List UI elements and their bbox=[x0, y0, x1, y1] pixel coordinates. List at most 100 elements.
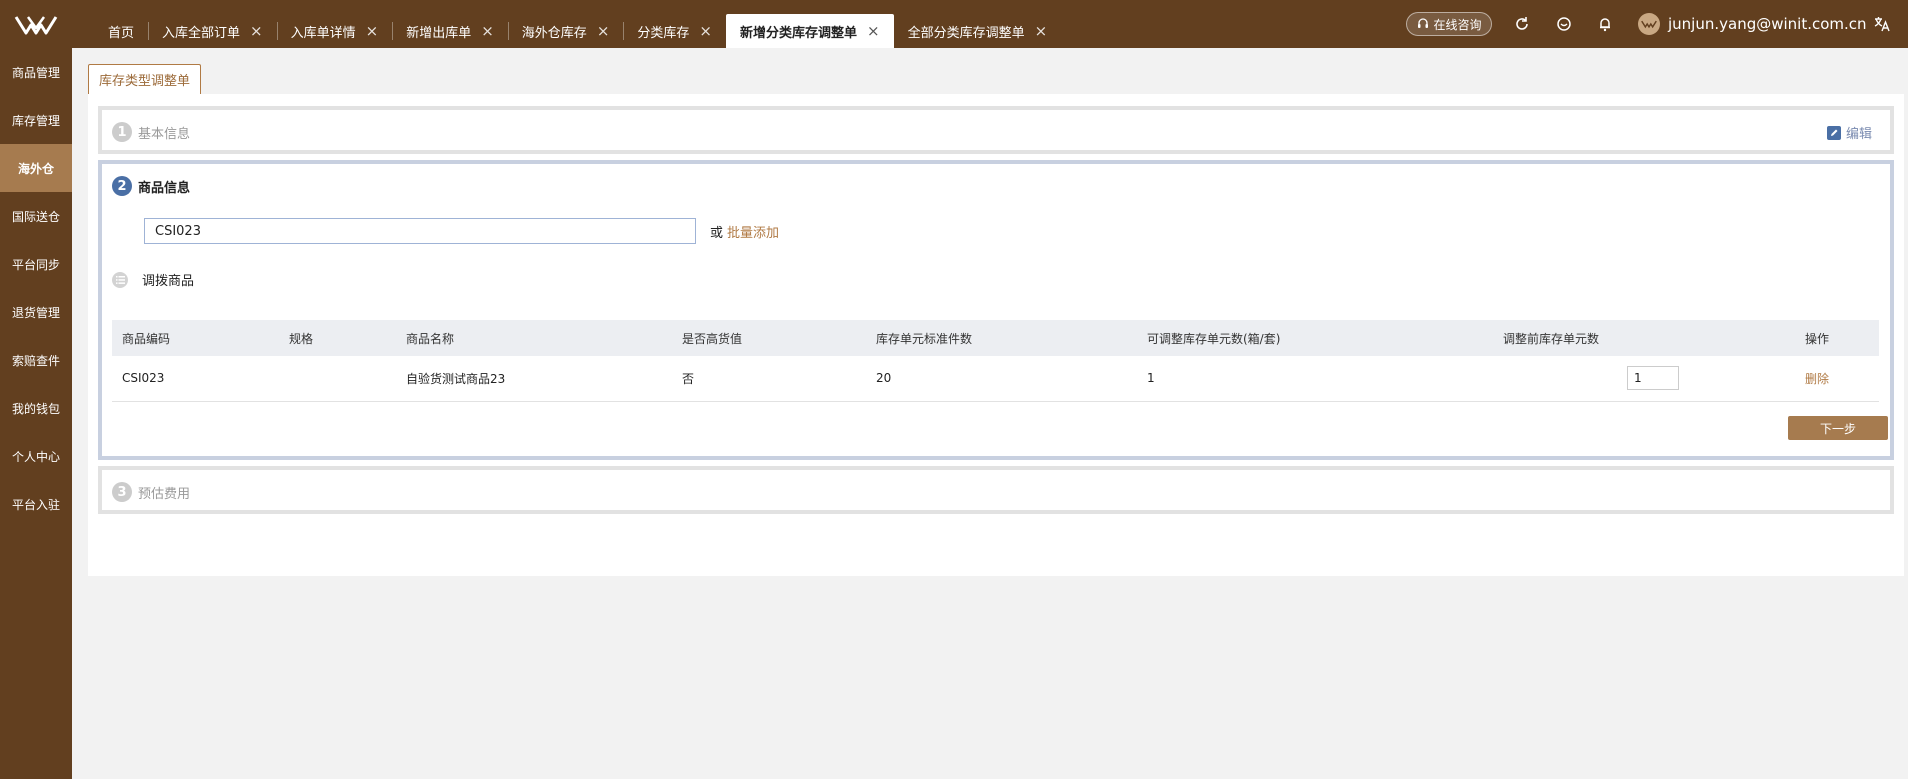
step-title: 预估费用 bbox=[138, 486, 191, 502]
sidebar: 商品管理 库存管理 海外仓 国际送仓 平台同步 退货管理 索赔查件 我的钱包 个… bbox=[0, 48, 72, 779]
before-qty-input[interactable] bbox=[1627, 366, 1679, 391]
step-title: 商品信息 bbox=[138, 180, 191, 196]
winit-logo-icon[interactable] bbox=[14, 14, 58, 36]
tab-new-category-adjustment[interactable]: 新增分类库存调整单 × bbox=[725, 14, 894, 48]
sidebar-item-overseas-warehouse[interactable]: 海外仓 bbox=[0, 144, 72, 192]
tab-label: 新增出库单 bbox=[406, 25, 472, 41]
tab-inbound-detail[interactable]: 入库单详情 × bbox=[276, 14, 393, 48]
avatar bbox=[1638, 13, 1660, 35]
winit-logo-icon bbox=[1641, 20, 1657, 29]
page-title-tab[interactable]: 库存类型调整单 bbox=[88, 64, 202, 94]
close-icon[interactable]: × bbox=[366, 23, 379, 39]
sidebar-item-inventory-management[interactable]: 库存管理 bbox=[0, 96, 72, 144]
edit-button[interactable]: 编辑 bbox=[1826, 123, 1872, 142]
sidebar-item-label: 海外仓 bbox=[18, 161, 55, 176]
step-number: 3 bbox=[112, 482, 132, 502]
column-header: 库存单元标准件数 bbox=[866, 320, 1137, 356]
close-icon[interactable]: × bbox=[250, 23, 263, 39]
table-header-row: 商品编码 规格 商品名称 是否高货值 库存单元标准件数 可调整库存单元数(箱/套… bbox=[112, 320, 1879, 356]
sidebar-item-platform-onboarding[interactable]: 平台入驻 bbox=[0, 480, 72, 528]
cell-product-code: CSI023 bbox=[112, 356, 279, 402]
edit-label: 编辑 bbox=[1845, 127, 1872, 142]
close-icon[interactable]: × bbox=[1035, 23, 1048, 39]
tab-category-inventory[interactable]: 分类库存 × bbox=[623, 14, 726, 48]
cell-adjustable-qty: 1 bbox=[1137, 356, 1493, 402]
list-icon bbox=[112, 271, 128, 288]
sub-title-label: 调拨商品 bbox=[142, 274, 195, 289]
form-panel: 1 基本信息 编辑 2 商品信息 或 批量添加 bbox=[88, 94, 1904, 576]
sidebar-item-platform-sync[interactable]: 平台同步 bbox=[0, 240, 72, 288]
sku-search-input[interactable] bbox=[144, 218, 696, 244]
tab-label: 首页 bbox=[108, 25, 135, 41]
goods-table: 商品编码 规格 商品名称 是否高货值 库存单元标准件数 可调整库存单元数(箱/套… bbox=[112, 320, 1879, 402]
close-icon[interactable]: × bbox=[481, 23, 494, 39]
close-icon[interactable]: × bbox=[597, 23, 610, 39]
column-header: 商品名称 bbox=[396, 320, 672, 356]
step-number: 2 bbox=[112, 176, 132, 196]
transfer-goods-title: 调拨商品 bbox=[112, 270, 194, 289]
step-basic-info: 1 基本信息 编辑 bbox=[98, 106, 1894, 154]
step-header[interactable]: 2 商品信息 bbox=[112, 176, 190, 196]
cell-before-qty bbox=[1493, 356, 1795, 402]
tab-home[interactable]: 首页 bbox=[94, 14, 148, 48]
column-header: 商品编码 bbox=[112, 320, 279, 356]
headset-icon bbox=[1418, 18, 1429, 28]
sidebar-item-label: 个人中心 bbox=[12, 449, 61, 464]
page-title: 库存类型调整单 bbox=[99, 74, 191, 89]
column-header: 规格 bbox=[279, 320, 396, 356]
step-header[interactable]: 3 预估费用 bbox=[112, 482, 190, 502]
cell-standard-qty: 20 bbox=[866, 356, 1137, 402]
tab-label: 入库单详情 bbox=[290, 25, 356, 41]
page-tabs: 首页 入库全部订单 × 入库单详情 × 新增出库单 × 海外仓库存 × 分类库存 × 新增… bbox=[94, 14, 1061, 48]
consult-label: 在线咨询 bbox=[1433, 17, 1482, 32]
sidebar-item-label: 平台同步 bbox=[12, 257, 61, 272]
close-icon[interactable]: × bbox=[867, 23, 880, 39]
sidebar-item-returns[interactable]: 退货管理 bbox=[0, 288, 72, 336]
column-header: 可调整库存单元数(箱/套) bbox=[1137, 320, 1493, 356]
sidebar-item-personal-center[interactable]: 个人中心 bbox=[0, 432, 72, 480]
bell-icon[interactable] bbox=[1595, 14, 1615, 34]
next-step-button[interactable]: 下一步 bbox=[1788, 416, 1888, 440]
sidebar-item-label: 索赔查件 bbox=[12, 353, 61, 368]
sidebar-item-label: 库存管理 bbox=[12, 113, 61, 128]
edit-icon bbox=[1826, 125, 1841, 140]
cell-product-name: 自验货测试商品23 bbox=[396, 356, 672, 402]
cell-high-value: 否 bbox=[672, 356, 866, 402]
translate-icon[interactable] bbox=[1872, 14, 1892, 34]
sidebar-item-international-delivery[interactable]: 国际送仓 bbox=[0, 192, 72, 240]
tab-all-category-adjustments[interactable]: 全部分类库存调整单 × bbox=[894, 14, 1062, 48]
tab-overseas-inventory[interactable]: 海外仓库存 × bbox=[507, 14, 624, 48]
sidebar-item-label: 退货管理 bbox=[12, 305, 61, 320]
user-menu[interactable]: junjun.yang@winit.com.cn bbox=[1638, 12, 1867, 36]
column-header: 是否高货值 bbox=[672, 320, 866, 356]
tab-label: 海外仓库存 bbox=[521, 25, 587, 41]
close-icon[interactable]: × bbox=[699, 23, 712, 39]
user-email: junjun.yang@winit.com.cn bbox=[1668, 15, 1867, 33]
sidebar-item-label: 我的钱包 bbox=[12, 401, 61, 416]
main-content: 库存类型调整单 1 基本信息 编辑 2 商品信息 或 批量添加 bbox=[72, 48, 1908, 779]
or-text: 或 bbox=[710, 226, 724, 241]
sidebar-item-product-management[interactable]: 商品管理 bbox=[0, 48, 72, 96]
cell-action: 删除 bbox=[1795, 356, 1879, 402]
step-title: 基本信息 bbox=[138, 126, 191, 142]
top-bar: 首页 入库全部订单 × 入库单详情 × 新增出库单 × 海外仓库存 × 分类库存 × 新增… bbox=[0, 0, 1908, 48]
sidebar-item-label: 商品管理 bbox=[12, 65, 61, 80]
refresh-icon[interactable] bbox=[1512, 14, 1532, 34]
message-icon[interactable] bbox=[1554, 14, 1574, 34]
tab-label: 分类库存 bbox=[637, 25, 690, 41]
tab-new-outbound[interactable]: 新增出库单 × bbox=[392, 14, 508, 48]
step-header[interactable]: 1 基本信息 bbox=[112, 122, 190, 142]
step-estimated-fees: 3 预估费用 bbox=[98, 466, 1894, 514]
step-number: 1 bbox=[112, 122, 132, 142]
step-product-info: 2 商品信息 或 批量添加 调拨商品 商品编码 规格 商品名称 是否高货值 bbox=[98, 160, 1894, 460]
tab-inbound-all-orders[interactable]: 入库全部订单 × bbox=[148, 14, 277, 48]
batch-add-link[interactable]: 批量添加 bbox=[727, 222, 779, 241]
sidebar-item-wallet[interactable]: 我的钱包 bbox=[0, 384, 72, 432]
delete-link[interactable]: 删除 bbox=[1805, 372, 1829, 386]
sidebar-item-label: 国际送仓 bbox=[12, 209, 61, 224]
online-consult-button[interactable]: 在线咨询 bbox=[1406, 12, 1492, 36]
sidebar-item-label: 平台入驻 bbox=[12, 497, 61, 512]
tab-label: 入库全部订单 bbox=[162, 25, 241, 41]
sidebar-item-claims[interactable]: 索赔查件 bbox=[0, 336, 72, 384]
table-row: CSI023 自验货测试商品23 否 20 1 删除 bbox=[112, 356, 1879, 402]
